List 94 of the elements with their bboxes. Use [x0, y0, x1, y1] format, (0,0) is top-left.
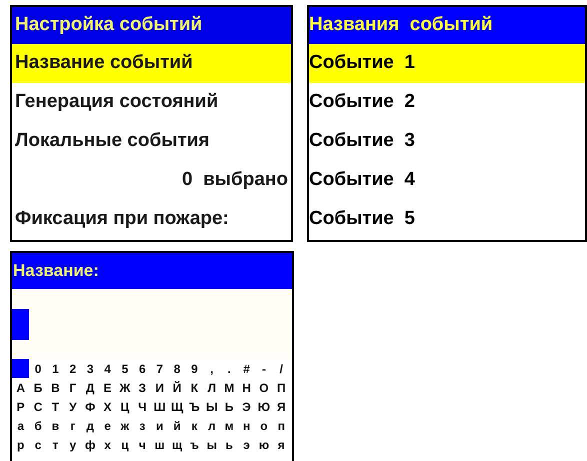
keyboard-key[interactable]: т	[46, 435, 64, 454]
keyboard-key[interactable]: Н	[238, 378, 256, 397]
keyboard-key[interactable]: Ы	[203, 397, 220, 416]
keyboard-key[interactable]: О	[255, 378, 273, 397]
keyboard-key[interactable]: И	[151, 378, 168, 397]
panel-title: Названия событий	[309, 7, 585, 44]
event-item[interactable]: Событие 2	[309, 83, 585, 122]
keyboard-key[interactable]: ж	[116, 416, 134, 435]
keyboard-key[interactable]: .	[220, 359, 238, 378]
keyboard-key[interactable]: Ц	[116, 397, 134, 416]
keyboard-key[interactable]: У	[64, 397, 82, 416]
keyboard-key[interactable]: Ь	[220, 397, 238, 416]
keyboard-key[interactable]: щ	[168, 435, 186, 454]
keyboard-key[interactable]: ю	[255, 435, 273, 454]
event-item[interactable]: Событие 1	[309, 44, 585, 83]
keyboard-key[interactable]: В	[46, 378, 64, 397]
keyboard-key[interactable]: я	[272, 435, 290, 454]
keyboard-key[interactable]: ш	[151, 435, 168, 454]
selected-count: 0 выбрано	[180, 168, 289, 192]
keyboard-key[interactable]: п	[272, 416, 290, 435]
keyboard-key[interactable]: Ъ	[186, 397, 204, 416]
keyboard-key[interactable]: г	[64, 416, 82, 435]
keyboard-key[interactable]: д	[82, 416, 99, 435]
keyboard-key[interactable]: Я	[272, 397, 290, 416]
keyboard-key[interactable]: 4	[98, 359, 116, 378]
keyboard-key[interactable]: С	[29, 397, 47, 416]
keyboard-key[interactable]: з	[134, 416, 151, 435]
keyboard-key[interactable]: х	[98, 435, 116, 454]
keyboard-key[interactable]: 0	[29, 359, 47, 378]
keyboard-key[interactable]: с	[29, 435, 47, 454]
keyboard-key[interactable]: 6	[134, 359, 151, 378]
keyboard-key[interactable]: р	[12, 435, 30, 454]
menu-item[interactable]: Локальные события	[12, 122, 291, 161]
keyboard-key[interactable]: Т	[46, 397, 64, 416]
panel-title: Название:	[12, 253, 292, 289]
keyboard-key[interactable]: 5	[116, 359, 134, 378]
menu-item[interactable]: Название событий	[12, 44, 291, 83]
keyboard-key[interactable]: ь	[220, 435, 238, 454]
keyboard-key[interactable]: Ш	[151, 397, 168, 416]
keyboard-key[interactable]: 8	[168, 359, 186, 378]
keyboard-key[interactable]: Б	[29, 378, 47, 397]
keyboard-key[interactable]: Щ	[168, 397, 186, 416]
keyboard-key[interactable]: е	[98, 416, 116, 435]
keyboard-key[interactable]: #	[238, 359, 256, 378]
keyboard-key[interactable]: Е	[98, 378, 116, 397]
keyboard-key[interactable]: и	[151, 416, 168, 435]
keyboard-key[interactable]: ч	[134, 435, 151, 454]
event-item[interactable]: Событие 5	[309, 200, 585, 239]
keyboard-key[interactable]: А	[12, 378, 30, 397]
keyboard-key[interactable]: 9	[186, 359, 204, 378]
keyboard-key[interactable]: в	[46, 416, 64, 435]
keyboard-key[interactable]: к	[186, 416, 204, 435]
keyboard-key[interactable]: ц	[116, 435, 134, 454]
keyboard-key[interactable]: Р	[12, 397, 30, 416]
menu-item[interactable]: Генерация состояний	[12, 83, 291, 122]
keyboard-key[interactable]: б	[29, 416, 47, 435]
keyboard-key[interactable]: Э	[238, 397, 256, 416]
keyboard-key[interactable]: Г	[64, 378, 82, 397]
keyboard-key[interactable]: у	[64, 435, 82, 454]
keyboard-key[interactable]: Ю	[255, 397, 273, 416]
keyboard-key[interactable]: П	[272, 378, 290, 397]
space-key[interactable]	[12, 359, 30, 378]
keyboard-key[interactable]: 1	[46, 359, 64, 378]
keyboard-key[interactable]: ъ	[186, 435, 204, 454]
keyboard-key[interactable]: н	[238, 416, 256, 435]
event-item[interactable]: Событие 3	[309, 122, 585, 161]
keyboard-key[interactable]: а	[12, 416, 30, 435]
keyboard-key[interactable]: Л	[203, 378, 220, 397]
keyboard-key[interactable]: 7	[151, 359, 168, 378]
keyboard-key[interactable]: 2	[64, 359, 82, 378]
keyboard-key[interactable]: э	[238, 435, 256, 454]
keyboard-key[interactable]: ы	[203, 435, 220, 454]
keyboard-key[interactable]: Й	[168, 378, 186, 397]
keyboard-key[interactable]: 3	[82, 359, 99, 378]
keyboard-key[interactable]: о	[255, 416, 273, 435]
keyboard-key[interactable]: З	[134, 378, 151, 397]
keyboard-key[interactable]: М	[220, 378, 238, 397]
keyboard-key[interactable]: ,	[203, 359, 220, 378]
keyboard-key[interactable]: Ч	[134, 397, 151, 416]
event-item[interactable]: Событие 4	[309, 161, 585, 200]
keyboard-key[interactable]: -	[255, 359, 273, 378]
name-input-field[interactable]	[12, 289, 292, 359]
keyboard-key[interactable]: Х	[98, 397, 116, 416]
keyboard-key[interactable]: Ж	[116, 378, 134, 397]
keyboard-key[interactable]: /	[272, 359, 290, 378]
keyboard-key[interactable]: м	[220, 416, 238, 435]
keyboard-key[interactable]: й	[168, 416, 186, 435]
keyboard-key[interactable]: Ф	[82, 397, 99, 416]
keyboard-key[interactable]: л	[203, 416, 220, 435]
keyboard-key[interactable]: К	[186, 378, 204, 397]
menu-item[interactable]: Фиксация при пожаре:	[12, 200, 291, 239]
keyboard-key[interactable]: ф	[82, 435, 99, 454]
panel-title: Настройка событий	[12, 7, 291, 44]
keyboard-key[interactable]: Д	[82, 378, 99, 397]
